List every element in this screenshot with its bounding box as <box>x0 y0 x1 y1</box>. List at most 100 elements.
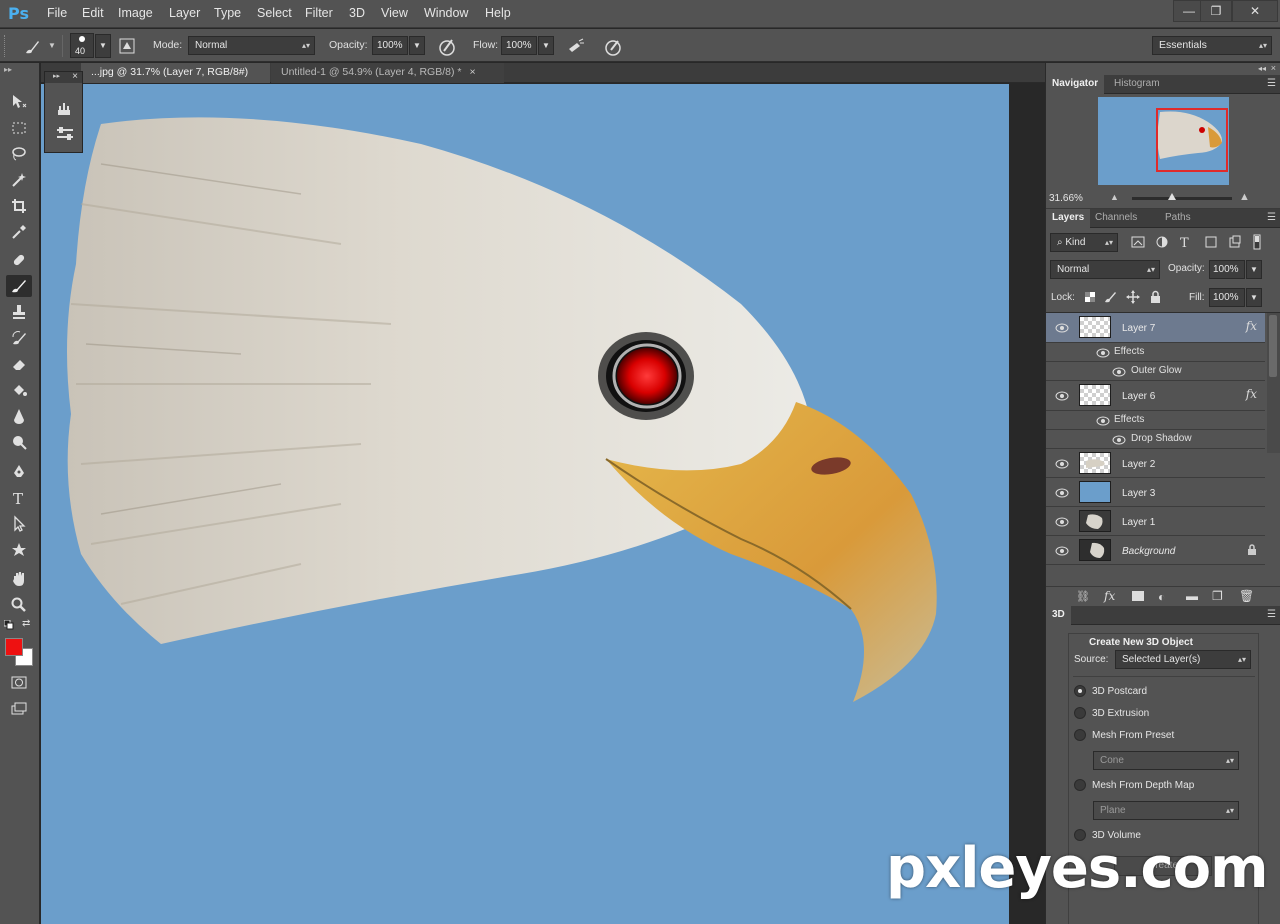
source-dropdown[interactable]: Selected Layer(s) ▴▾ <box>1115 650 1251 669</box>
fx-icon[interactable]: fx <box>1246 319 1257 333</box>
menu-3d[interactable]: 3D <box>349 6 365 20</box>
panel-menu-icon[interactable]: ☰ <box>1267 609 1276 620</box>
layer-row-background[interactable]: Background <box>1046 536 1265 565</box>
layers-scrollbar[interactable] <box>1267 313 1280 453</box>
brush-preset-arrow-icon[interactable]: ▼ <box>95 34 111 58</box>
menu-edit[interactable]: Edit <box>82 6 104 20</box>
eye-icon[interactable] <box>1096 416 1110 426</box>
adjustment-layer-icon[interactable]: ◐ <box>1158 590 1165 604</box>
layer-row-layer-1[interactable]: Layer 1 <box>1046 507 1265 536</box>
tab-document-2[interactable]: Untitled-1 @ 54.9% (Layer 4, RGB/8) * × <box>271 63 504 83</box>
floating-panel-header[interactable]: ▸▸ × <box>45 71 82 83</box>
flow-field[interactable]: 100% <box>501 36 537 55</box>
swap-colors-icon[interactable]: ⇄ <box>22 618 30 629</box>
lasso-tool-icon[interactable] <box>6 143 32 165</box>
tab-close-icon[interactable]: × <box>469 66 475 78</box>
dodge-tool-icon[interactable] <box>6 431 32 453</box>
close-icon[interactable]: × <box>72 71 78 82</box>
blend-mode-dropdown[interactable]: Normal ▴▾ <box>1050 260 1160 279</box>
brush-tool-icon[interactable] <box>22 37 40 55</box>
default-colors-icon[interactable] <box>3 619 14 630</box>
tab-channels[interactable]: Channels <box>1089 209 1143 228</box>
tab-navigator[interactable]: Navigator <box>1046 75 1105 94</box>
brush-panel-toggle-icon[interactable] <box>118 37 136 55</box>
brush-tool-icon[interactable] <box>6 275 32 297</box>
layer-row-layer-6[interactable]: Layer 6 fx <box>1046 381 1265 411</box>
collapse-arrows-icon[interactable]: ▸▸ <box>4 65 12 74</box>
layer-row-layer-3[interactable]: Layer 3 <box>1046 478 1265 507</box>
menu-filter[interactable]: Filter <box>305 6 333 20</box>
menu-view[interactable]: View <box>381 6 408 20</box>
brush-presets-icon[interactable] <box>55 98 73 119</box>
blur-tool-icon[interactable] <box>6 405 32 427</box>
options-grip[interactable] <box>4 35 8 57</box>
close-button[interactable]: ✕ <box>1232 0 1278 22</box>
radio-mesh-from-preset[interactable] <box>1074 729 1086 741</box>
healing-brush-tool-icon[interactable] <box>6 249 32 271</box>
eye-icon[interactable] <box>1055 488 1069 498</box>
layer-effects-row[interactable]: Effects <box>1046 411 1265 430</box>
layer-effects-row[interactable]: Effects <box>1046 343 1265 362</box>
brush-settings-icon[interactable] <box>55 126 75 145</box>
layer-name[interactable]: Layer 7 <box>1122 323 1155 334</box>
layer-name[interactable]: Layer 3 <box>1122 488 1155 499</box>
paint-bucket-tool-icon[interactable] <box>6 379 32 401</box>
close-icon[interactable]: × <box>1271 63 1276 73</box>
tab-document-1[interactable]: ...jpg @ 31.7% (Layer 7, RGB/8#) *× <box>81 63 270 97</box>
tab-paths[interactable]: Paths <box>1159 209 1197 228</box>
new-group-icon[interactable]: ▬ <box>1186 589 1198 603</box>
preset-dropdown[interactable]: Cone ▴▾ <box>1093 751 1239 770</box>
layer-opacity-field[interactable]: 100% <box>1209 260 1245 279</box>
marquee-tool-icon[interactable] <box>6 117 32 139</box>
lock-icons[interactable] <box>1083 289 1163 305</box>
clone-stamp-tool-icon[interactable] <box>6 301 32 323</box>
scrollbar-thumb[interactable] <box>1269 315 1277 377</box>
menu-help[interactable]: Help <box>485 6 511 20</box>
layer-name[interactable]: Layer 6 <box>1122 391 1155 402</box>
fill-arrow-icon[interactable]: ▼ <box>1246 288 1262 307</box>
history-brush-tool-icon[interactable] <box>6 327 32 349</box>
eye-icon[interactable] <box>1055 517 1069 527</box>
eye-icon[interactable] <box>1112 367 1126 377</box>
custom-shape-tool-icon[interactable] <box>6 539 32 561</box>
eye-icon[interactable] <box>1055 391 1069 401</box>
hand-tool-icon[interactable] <box>6 568 32 590</box>
eye-icon[interactable] <box>1112 435 1126 445</box>
collapse-arrows-icon[interactable]: ▸▸ <box>53 72 60 80</box>
panel-menu-icon[interactable]: ☰ <box>1267 78 1276 89</box>
eye-icon[interactable] <box>1055 546 1069 556</box>
foreground-color-swatch[interactable] <box>5 638 23 656</box>
eyedropper-tool-icon[interactable] <box>6 221 32 243</box>
menu-layer[interactable]: Layer <box>169 6 200 20</box>
layer-name[interactable]: Layer 2 <box>1122 459 1155 470</box>
tab-histogram[interactable]: Histogram <box>1108 75 1166 94</box>
mode-dropdown[interactable]: Normal ▴▾ <box>188 36 315 55</box>
layer-filter-dropdown[interactable]: ⌕ Kind ▴▾ <box>1050 233 1118 252</box>
restore-button[interactable]: ❐ <box>1200 0 1232 22</box>
layer-effect-row-drop-shadow[interactable]: Drop Shadow <box>1046 430 1265 449</box>
menu-file[interactable]: File <box>47 6 67 20</box>
collapse-dock-icon[interactable]: ◂◂ <box>1258 64 1266 73</box>
panel-menu-icon[interactable]: ☰ <box>1267 212 1276 223</box>
magic-wand-tool-icon[interactable] <box>6 169 32 191</box>
menu-image[interactable]: Image <box>118 6 153 20</box>
lock-icon[interactable] <box>1247 544 1257 559</box>
layer-name[interactable]: Layer 1 <box>1122 517 1155 528</box>
navigator-view-box[interactable] <box>1156 108 1228 172</box>
fill-field[interactable]: 100% <box>1209 288 1245 307</box>
workspace-dropdown[interactable]: Essentials ▴▾ <box>1152 36 1272 55</box>
quick-mask-icon[interactable] <box>6 672 32 694</box>
link-layers-icon[interactable]: ⛓ <box>1076 590 1090 603</box>
layer-name[interactable]: Background <box>1122 546 1175 557</box>
path-selection-tool-icon[interactable] <box>6 513 32 535</box>
zoom-value[interactable]: 31.66% <box>1049 193 1083 204</box>
tab-3d[interactable]: 3D <box>1046 606 1071 625</box>
eye-icon[interactable] <box>1055 323 1069 333</box>
opacity-arrow-icon[interactable]: ▼ <box>409 36 425 55</box>
flow-arrow-icon[interactable]: ▼ <box>538 36 554 55</box>
screen-mode-icon[interactable] <box>6 698 32 720</box>
brush-preset-picker[interactable]: 40 <box>70 33 94 58</box>
zoom-out-icon[interactable]: ▲ <box>1110 192 1119 202</box>
layer-row-layer-7[interactable]: Layer 7 fx <box>1046 313 1265 343</box>
document-canvas[interactable] <box>41 84 1009 924</box>
